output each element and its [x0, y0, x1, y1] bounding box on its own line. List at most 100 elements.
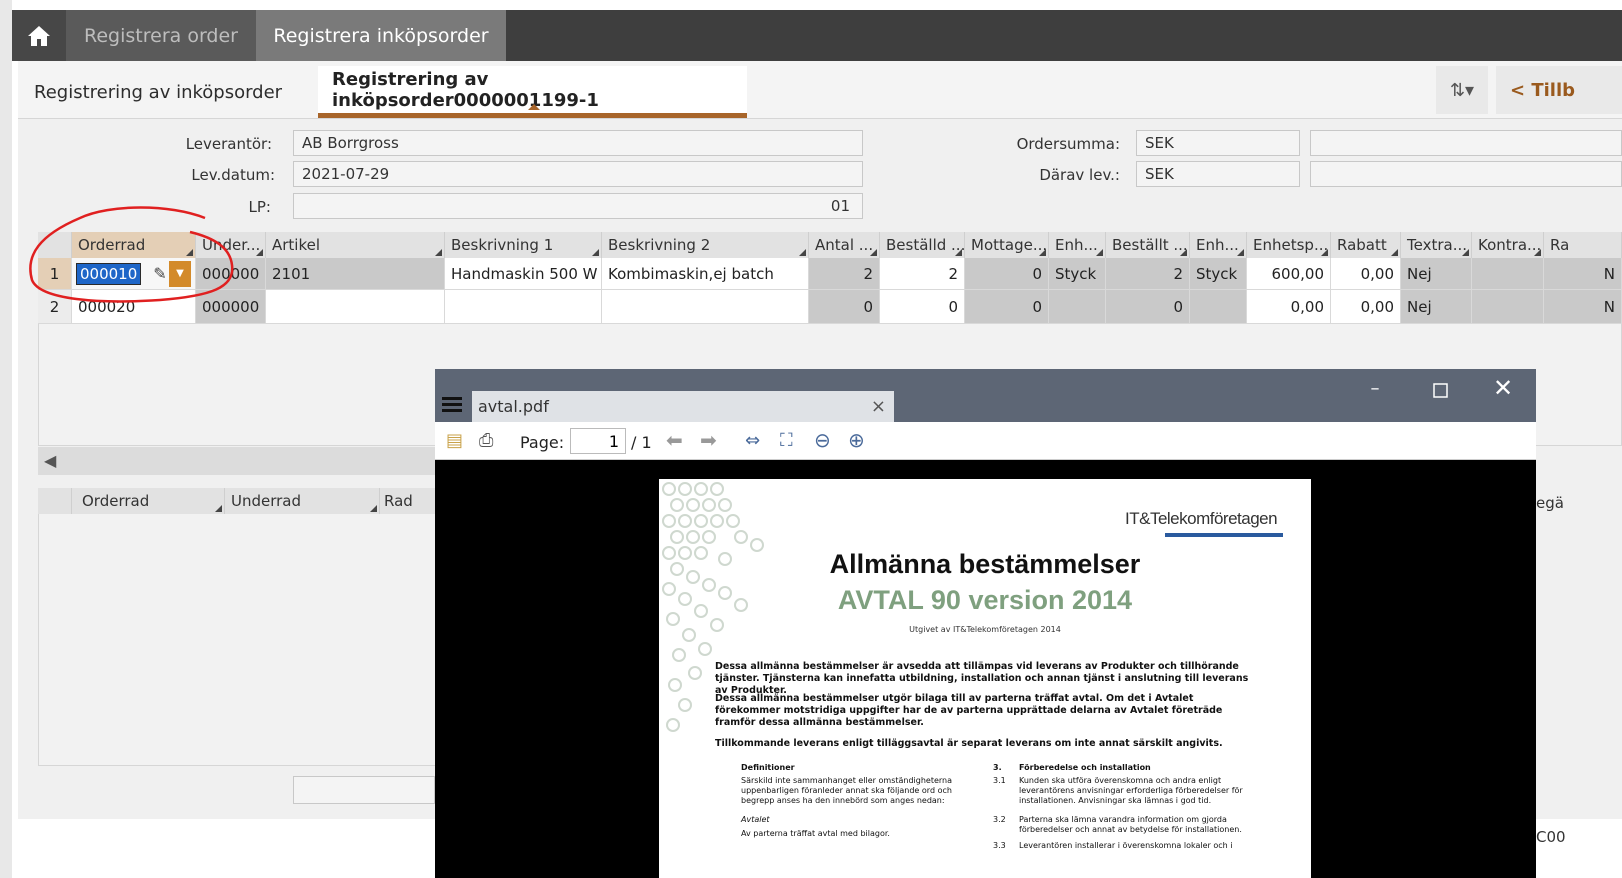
zoom-in-icon[interactable]: ⊕: [848, 428, 865, 452]
fit-width-icon[interactable]: ⇔: [745, 430, 760, 451]
brand-logo-text: IT&Telekomföretagen: [1125, 509, 1278, 528]
doc-title: Allmänna bestämmelser: [829, 549, 1141, 579]
grid-header-textrad[interactable]: Textra...: [1401, 232, 1472, 258]
menu-icon[interactable]: [442, 396, 462, 418]
grid-header-enh2[interactable]: Enh...: [1190, 232, 1247, 258]
subtab-registrering-order[interactable]: Registrering av inköpsorder0000001199-1: [318, 66, 747, 118]
table-row-1-artikel[interactable]: 2101: [266, 258, 445, 290]
table-row-1-rabatt[interactable]: 0,00: [1331, 258, 1401, 290]
doc-col2-p2: Parterna ska lämna varandra information …: [1019, 815, 1242, 834]
grid-header-beskrivning2[interactable]: Beskrivning 2: [602, 232, 809, 258]
sort-menu-button[interactable]: ⇅▾: [1436, 66, 1488, 114]
copy-icon[interactable]: ▤: [446, 430, 463, 451]
table-row-2-textrad[interactable]: Nej: [1401, 290, 1472, 324]
close-window-icon[interactable]: ✕: [1488, 374, 1518, 404]
minimize-icon[interactable]: –: [1360, 378, 1390, 404]
row-detail-grid: [38, 488, 438, 766]
table-row-1-beskrivning1[interactable]: Handmaskin 500 W: [445, 258, 602, 290]
subtab-registrering[interactable]: Registrering av inköpsorder: [34, 66, 282, 118]
table-row-1-antal[interactable]: 2: [809, 258, 880, 290]
tab-registrera-order[interactable]: Registrera order: [66, 10, 256, 61]
table-row-1-extra[interactable]: N: [1544, 258, 1622, 290]
pdf-tab[interactable]: avtal.pdf ×: [472, 391, 894, 422]
doc-col1-item-text: Av parterna träffat avtal med bilagor.: [741, 829, 890, 838]
grid2-header-rad[interactable]: Rad: [380, 488, 438, 514]
grid-header-bestallt[interactable]: Beställt ...: [1106, 232, 1190, 258]
zoom-out-icon[interactable]: ⊖: [814, 428, 831, 452]
doc-para-1: Dessa allmänna bestämmelser är avsedda a…: [715, 661, 1249, 696]
grid-header-rabatt[interactable]: Rabatt: [1331, 232, 1401, 258]
table-row-1-kontra[interactable]: [1472, 258, 1544, 290]
print-icon[interactable]: ⎙: [479, 430, 493, 451]
table-row-1-mottagen[interactable]: 0: [965, 258, 1049, 290]
table-row-2-extra[interactable]: N: [1544, 290, 1622, 324]
back-button[interactable]: < Tillb: [1496, 66, 1622, 114]
table-row-1-textrad[interactable]: Nej: [1401, 258, 1472, 290]
grid-header-bestalld[interactable]: Beställd ...: [880, 232, 965, 258]
grid-header-enh1[interactable]: Enh...: [1049, 232, 1106, 258]
horizontal-scrollbar[interactable]: ◀: [38, 447, 438, 475]
sort-icon: ⇅▾: [1449, 79, 1475, 101]
table-row-2-bestalld[interactable]: 0: [880, 290, 965, 324]
table-row-1-enh1[interactable]: Styck: [1049, 258, 1106, 290]
table-row-1-bestallt[interactable]: 2: [1106, 258, 1190, 290]
home-button[interactable]: [12, 10, 66, 61]
tab-registrera-inkopsorder[interactable]: Registrera inköpsorder: [256, 10, 506, 61]
pdf-tab-title: avtal.pdf: [478, 397, 549, 416]
grid-header-ra[interactable]: Ra: [1544, 232, 1622, 258]
active-tab-indicator: [528, 104, 540, 110]
table-row-2-beskrivning1[interactable]: [445, 290, 602, 324]
doc-col2-p3: Leverantören installerar i överenskomna …: [1019, 841, 1233, 850]
table-row-2-rabatt[interactable]: 0,00: [1331, 290, 1401, 324]
lp-field[interactable]: 01: [293, 193, 863, 219]
grid-header-enhetspris[interactable]: Enhetsp...: [1247, 232, 1331, 258]
grid2-header-orderrad[interactable]: Orderrad: [72, 488, 225, 514]
grid-header-antal[interactable]: Antal ...: [809, 232, 880, 258]
page-label: Page:: [520, 433, 565, 452]
ordersumma-label: Ordersumma:: [1016, 135, 1120, 153]
doc-para-3: Tillkommande leverans enligt tilläggsavt…: [715, 738, 1223, 749]
table-row-2-antal[interactable]: 0: [809, 290, 880, 324]
grid-header-kontra[interactable]: Kontra...: [1472, 232, 1544, 258]
left-edge: [0, 0, 12, 878]
table-row-2-artikel[interactable]: [266, 290, 445, 324]
grid-header-mottagen[interactable]: Mottage...: [965, 232, 1049, 258]
grid2-header-underrad[interactable]: Underrad: [225, 488, 380, 514]
leverantor-label: Leverantör:: [185, 135, 272, 153]
table-row-1-enhetspris[interactable]: 600,00: [1247, 258, 1331, 290]
doc-col2-p1: Kunden ska utföra överenskomna och andra…: [1019, 776, 1243, 805]
table-row-2-enh2[interactable]: [1190, 290, 1247, 324]
darav-field: [1310, 161, 1622, 187]
home-icon: [28, 25, 50, 46]
grid-header-beskrivning1[interactable]: Beskrivning 1: [445, 232, 602, 258]
ordersumma-currency: SEK: [1136, 130, 1300, 156]
table-row-1-beskrivning2[interactable]: Kombimaskin,ej batch: [602, 258, 809, 290]
close-tab-icon[interactable]: ×: [871, 396, 886, 417]
doc-col2-num: 3.: [993, 763, 1002, 772]
doc-col2-heading: Förberedelse och installation: [1019, 763, 1151, 772]
doc-para-2: Dessa allmänna bestämmelser utgör bilaga…: [715, 693, 1223, 728]
leverantor-field[interactable]: AB Borrgross: [293, 130, 863, 156]
table-row-2-mottagen[interactable]: 0: [965, 290, 1049, 324]
table-row-2-bestallt[interactable]: 0: [1106, 290, 1190, 324]
page-number-input[interactable]: 1: [570, 428, 626, 454]
table-row-1-bestalld[interactable]: 2: [880, 258, 965, 290]
table-row-2-kontra[interactable]: [1472, 290, 1544, 324]
scroll-left-icon[interactable]: ◀: [44, 451, 56, 470]
levdatum-field[interactable]: 2021-07-29: [293, 161, 863, 187]
table-row-2-beskrivning2[interactable]: [602, 290, 809, 324]
grid-header-artikel[interactable]: Artikel: [266, 232, 445, 258]
doc-issued: Utgivet av IT&Telekomföretagen 2014: [909, 625, 1061, 634]
levdatum-label: Lev.datum:: [191, 166, 275, 184]
table-row-1-enh2[interactable]: Styck: [1190, 258, 1247, 290]
bottom-field[interactable]: [293, 776, 435, 804]
table-row-2-enhetspris[interactable]: 0,00: [1247, 290, 1331, 324]
right-bottom-cut-text: C00: [1536, 828, 1566, 846]
prev-page-icon[interactable]: ⬅: [666, 428, 683, 452]
darav-label: Därav lev.:: [1039, 166, 1120, 184]
next-page-icon[interactable]: ➡: [700, 428, 717, 452]
table-row-2-enh1[interactable]: [1049, 290, 1106, 324]
maximize-icon[interactable]: [1426, 378, 1456, 404]
doc-col1-heading: Definitioner: [741, 763, 795, 772]
fit-page-icon[interactable]: ⛶: [780, 430, 793, 451]
